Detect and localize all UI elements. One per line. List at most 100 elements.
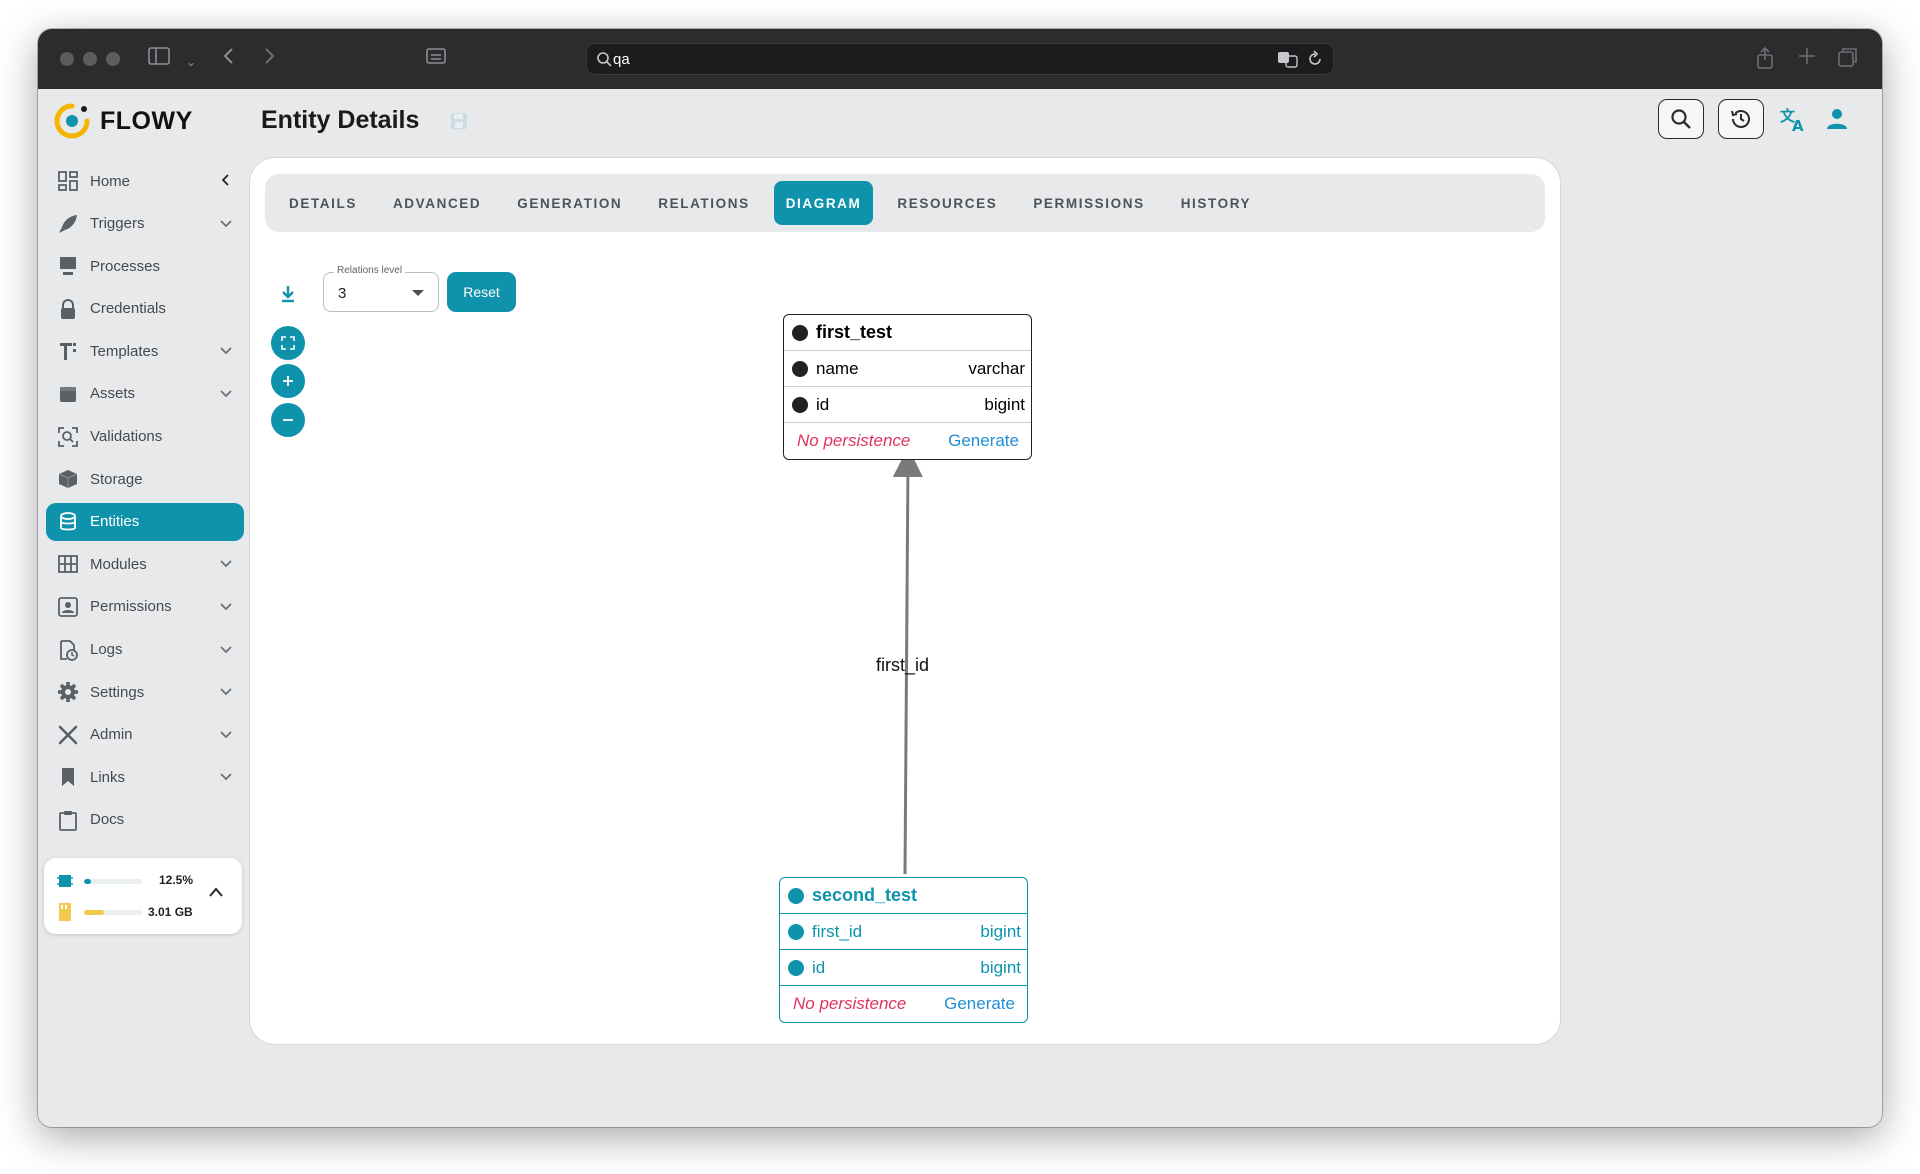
- search-icon: [597, 52, 612, 67]
- persistence-status: No persistence: [793, 994, 907, 1013]
- chevron-up-icon[interactable]: [208, 886, 224, 898]
- sidebar-item-home[interactable]: Home: [46, 162, 244, 200]
- chevron-down-icon[interactable]: ⌄: [186, 50, 196, 74]
- sidebar-item-settings[interactable]: Settings: [46, 673, 244, 711]
- entity-field-row: id bigint: [784, 387, 1031, 423]
- storage-cube-icon: [56, 467, 80, 491]
- chevron-left-icon[interactable]: [218, 172, 234, 188]
- field-name: id: [812, 957, 826, 977]
- close-window-button[interactable]: [60, 52, 74, 66]
- entity-node-first-test[interactable]: first_test name varchar id bigint No persiste…: [783, 314, 1032, 460]
- process-icon: [56, 254, 80, 278]
- entity-footer: No persistence Generate: [784, 423, 1031, 459]
- header-actions: 文 A: [1658, 99, 1852, 139]
- generate-link[interactable]: Generate: [948, 431, 1019, 451]
- sidebar-item-storage[interactable]: Storage: [46, 460, 244, 498]
- save-disk-icon[interactable]: [450, 112, 468, 130]
- sidebar-item-validations[interactable]: Validations: [46, 418, 244, 456]
- language-button[interactable]: 文 A: [1778, 104, 1808, 134]
- tools-icon: [56, 723, 80, 747]
- chevron-down-icon[interactable]: [218, 768, 234, 784]
- field-type: bigint: [980, 921, 1021, 941]
- sidebar-item-entities[interactable]: Entities: [46, 502, 244, 541]
- history-clock-icon: [1731, 110, 1750, 128]
- sidebar-item-processes[interactable]: Processes: [46, 247, 244, 285]
- sidebar-item-docs[interactable]: Docs: [46, 801, 244, 839]
- chevron-down-icon[interactable]: [218, 726, 234, 742]
- field-dot-icon: [792, 396, 808, 413]
- flowy-logo-icon: [54, 103, 90, 139]
- chevron-down-icon[interactable]: [218, 641, 234, 657]
- new-tab-icon[interactable]: [1798, 47, 1816, 71]
- cpu-chip-icon: [57, 875, 73, 887]
- lock-icon: [56, 297, 80, 321]
- memory-usage-row: [56, 902, 142, 922]
- minimize-window-button[interactable]: [83, 52, 97, 66]
- chevron-down-icon[interactable]: [218, 215, 234, 231]
- memory-usage-bar: [84, 909, 142, 915]
- memory-usage-value: 3.01 GB: [148, 905, 193, 919]
- sidebar-item-templates[interactable]: Templates: [46, 332, 244, 370]
- entity-field-row: first_id bigint: [780, 914, 1027, 950]
- reload-icon[interactable]: [1307, 50, 1323, 68]
- sidebar-item-label: Modules: [90, 555, 147, 573]
- entity-node-second-test[interactable]: second_test first_id bigintid bigint No pers…: [779, 877, 1028, 1023]
- cpu-usage-bar: [84, 878, 142, 884]
- translate-page-icon[interactable]: [1277, 50, 1299, 68]
- sidebar-item-assets[interactable]: Assets: [46, 375, 244, 413]
- brand-logo[interactable]: FLOWY: [54, 103, 193, 139]
- modules-grid-icon: [56, 552, 80, 576]
- cpu-usage-value: 12.5%: [159, 873, 194, 887]
- sidebar-nav: Home Triggers Processes Credentials Template…: [46, 162, 244, 844]
- entity-diagram-canvas[interactable]: first_id first_test name varchar id bigint No…: [250, 158, 1562, 1046]
- persistence-status: No persistence: [797, 431, 911, 450]
- rocket-icon: [56, 212, 80, 236]
- chevron-down-icon[interactable]: [218, 385, 234, 401]
- forward-arrow-icon[interactable]: [264, 47, 276, 71]
- share-icon[interactable]: [1756, 46, 1774, 75]
- gear-icon: [56, 680, 80, 704]
- search-button[interactable]: [1658, 99, 1704, 139]
- sidebar-item-label: Settings: [90, 683, 145, 701]
- sidebar-item-logs[interactable]: Logs: [46, 631, 244, 669]
- sidebar-item-admin[interactable]: Admin: [46, 716, 244, 754]
- sidebar-toggle-icon[interactable]: [148, 47, 170, 71]
- generate-link[interactable]: Generate: [944, 994, 1015, 1014]
- back-arrow-icon[interactable]: [222, 47, 234, 71]
- sidebar-item-label: Credentials: [90, 300, 166, 318]
- maximize-window-button[interactable]: [106, 52, 120, 66]
- profile-button[interactable]: [1822, 104, 1852, 134]
- chevron-down-icon[interactable]: [218, 342, 234, 358]
- window-controls: [60, 52, 120, 66]
- sidebar-item-credentials[interactable]: Credentials: [46, 290, 244, 328]
- sidebar-item-modules[interactable]: Modules: [46, 545, 244, 583]
- permissions-icon: [56, 595, 80, 619]
- field-dot-icon: [792, 360, 808, 377]
- entity-dot-icon: [792, 324, 808, 341]
- sidebar-item-permissions[interactable]: Permissions: [46, 588, 244, 626]
- sidebar-item-label: Triggers: [90, 215, 145, 233]
- sidebar-item-label: Links: [90, 768, 126, 786]
- tab-overview-icon[interactable]: [426, 47, 446, 71]
- chevron-down-icon[interactable]: [218, 555, 234, 571]
- entity-header: second_test: [780, 878, 1027, 914]
- entity-header: first_test: [784, 315, 1031, 351]
- tabs-overview-icon[interactable]: [1838, 47, 1858, 73]
- address-bar[interactable]: qa: [586, 43, 1334, 75]
- sidebar-item-label: Processes: [90, 257, 161, 275]
- sidebar-item-links[interactable]: Links: [46, 758, 244, 796]
- entity-name: first_test: [816, 322, 893, 342]
- validation-icon: [56, 425, 80, 449]
- chevron-down-icon[interactable]: [218, 683, 234, 699]
- cpu-usage-row: [56, 872, 142, 890]
- translate-icon: 文 A: [1780, 107, 1804, 133]
- sidebar-item-label: Logs: [90, 641, 123, 659]
- brand-name: FLOWY: [100, 106, 193, 135]
- chevron-down-icon[interactable]: [218, 598, 234, 614]
- entity-footer: No persistence Generate: [780, 986, 1027, 1022]
- entity-dot-icon: [788, 887, 804, 904]
- app-shell: FLOWY Entity Details 文 A Home Triggers P…: [38, 89, 1882, 1127]
- memory-card-icon: [59, 903, 71, 921]
- sidebar-item-triggers[interactable]: Triggers: [46, 205, 244, 243]
- history-button[interactable]: [1718, 99, 1764, 139]
